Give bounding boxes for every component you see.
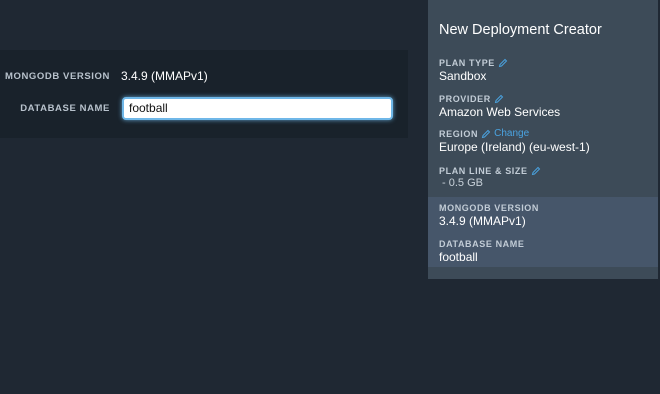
summary-title: New Deployment Creator bbox=[439, 22, 602, 38]
mongodb-version-label: MONGODB VERSION bbox=[4, 70, 110, 82]
database-name-row: DATABASE NAME bbox=[0, 93, 408, 123]
summary-database-name: DATABASE NAME football bbox=[439, 238, 525, 265]
deployment-summary-panel: New Deployment Creator PLAN TYPE Sandbox… bbox=[428, 0, 658, 279]
database-name-label: DATABASE NAME bbox=[20, 102, 110, 114]
plan-type-label: PLAN TYPE bbox=[439, 57, 495, 68]
pencil-icon[interactable] bbox=[481, 129, 491, 139]
pencil-icon[interactable] bbox=[498, 58, 508, 68]
pencil-icon[interactable] bbox=[494, 94, 504, 104]
mongodb-version-value: 3.4.9 (MMAPv1) bbox=[121, 69, 208, 83]
region-label: REGION bbox=[439, 128, 479, 139]
summary-mongodb-version-value: 3.4.9 (MMAPv1) bbox=[439, 214, 526, 228]
mongodb-version-row: MONGODB VERSION 3.4.9 (MMAPv1) bbox=[0, 61, 408, 91]
summary-provider: PROVIDER Amazon Web Services bbox=[439, 93, 561, 120]
region-value: Europe (Ireland) (eu-west-1) bbox=[439, 140, 590, 154]
summary-region: REGION Change Europe (Ireland) (eu-west-… bbox=[439, 128, 590, 154]
pencil-icon[interactable] bbox=[531, 166, 541, 176]
summary-database-name-label: DATABASE NAME bbox=[439, 238, 525, 249]
plan-line-label: PLAN LINE & SIZE bbox=[439, 165, 528, 176]
provider-value: Amazon Web Services bbox=[439, 105, 561, 119]
provider-label: PROVIDER bbox=[439, 93, 491, 104]
summary-plan-type: PLAN TYPE Sandbox bbox=[439, 57, 508, 83]
summary-plan-line: PLAN LINE & SIZE - 0.5 GB bbox=[439, 165, 541, 189]
region-change-link[interactable]: Change bbox=[494, 128, 529, 139]
summary-database-name-value: football bbox=[439, 250, 478, 264]
database-name-input[interactable] bbox=[122, 96, 393, 120]
deployment-form-panel: MONGODB VERSION 3.4.9 (MMAPv1) DATABASE … bbox=[0, 50, 408, 138]
plan-type-value: Sandbox bbox=[439, 69, 487, 83]
summary-mongodb-version: MONGODB VERSION 3.4.9 (MMAPv1) bbox=[439, 202, 540, 229]
plan-line-value: - 0.5 GB bbox=[442, 177, 483, 189]
summary-mongodb-version-label: MONGODB VERSION bbox=[439, 202, 540, 213]
